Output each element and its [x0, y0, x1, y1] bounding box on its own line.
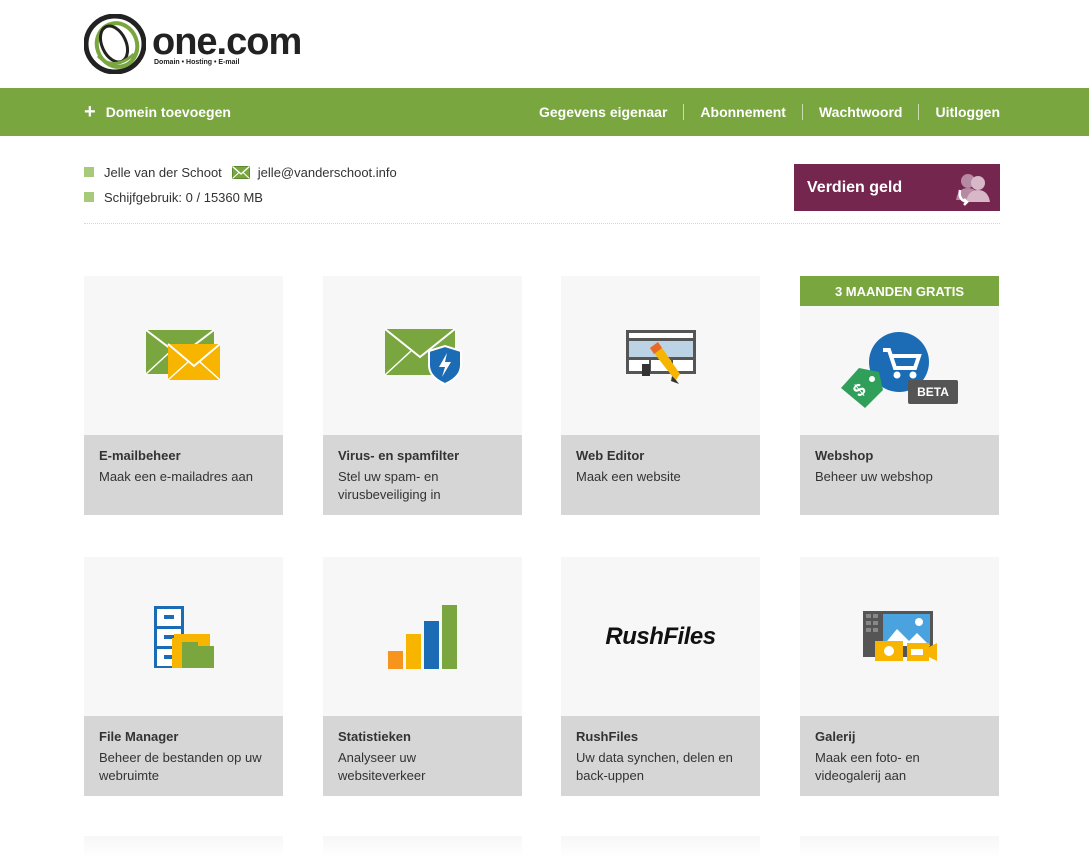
tile-description: Maak een foto- en videogalerij aan: [815, 750, 920, 783]
tile-statistics[interactable]: Statistieken Analyseer uw websiteverkeer: [323, 557, 522, 796]
envelope-shield-icon: [383, 327, 462, 385]
envelopes-icon: [144, 328, 221, 381]
tile-footer: Webshop Beheer uw webshop: [800, 435, 999, 515]
tile-title: Virus- en spamfilter: [338, 448, 460, 463]
tile-title: File Manager: [99, 729, 179, 744]
one-com-logo[interactable]: one.com Domain • Hosting • E-mail: [84, 14, 314, 74]
tile-footer: Web Editor Maak een website: [561, 435, 760, 515]
tile-art: [800, 557, 999, 716]
bullet-icon: [84, 192, 94, 202]
tile-footer: File Manager Beheer de bestanden op uw w…: [84, 716, 283, 796]
tile-footer: Galerij Maak een foto- en videogalerij a…: [800, 716, 999, 796]
account-nav: Gegevens eigenaar Abonnement Wachtwoord …: [523, 88, 1000, 136]
logo-swirl-icon: [84, 14, 146, 74]
earn-money-button[interactable]: Verdien geld: [794, 164, 1000, 211]
tile-gallery[interactable]: Galerij Maak een foto- en videogalerij a…: [800, 557, 999, 796]
bullet-icon: [84, 167, 94, 177]
tile-art: [323, 276, 522, 435]
gallery-icon: [862, 610, 937, 661]
add-domain-button[interactable]: + Domein toevoegen: [84, 88, 231, 136]
tile-footer: E-mailbeheer Maak een e-mailadres aan: [84, 435, 283, 515]
rushfiles-logo: RushFiles: [605, 622, 716, 650]
nav-password[interactable]: Wachtwoord: [801, 104, 918, 120]
tile-description: Stel uw spam- en virusbeveiliging in: [338, 469, 441, 502]
account-email: jelle@vanderschoot.info: [257, 164, 397, 180]
tile-title: Webshop: [815, 448, 874, 463]
tile-description: Maak een e-mailadres aan: [99, 469, 253, 484]
main-navbar: + Domein toevoegen Gegevens eigenaar Abo…: [0, 88, 1089, 136]
tile-title: Galerij: [815, 729, 856, 744]
tile-webshop[interactable]: 3 MAANDEN GRATIS $ BETA Webshop Beheer u…: [800, 276, 999, 515]
tile-description: Beheer de bestanden op uw webruimte: [99, 750, 262, 783]
tile-art: [561, 276, 760, 435]
tile-description: Uw data synchen, delen en back-uppen: [576, 750, 733, 783]
tile-art: [84, 557, 283, 716]
file-cabinet-icon: [153, 605, 214, 668]
tile-title: RushFiles: [576, 729, 639, 744]
bar-chart-icon: [387, 604, 457, 669]
account-name: Jelle van der Schoot: [104, 164, 222, 180]
tile-description: Beheer uw webshop: [815, 469, 933, 484]
nav-logout[interactable]: Uitloggen: [918, 104, 1000, 120]
scroll-fade: [0, 836, 1089, 858]
header: one.com Domain • Hosting • E-mail: [0, 0, 1089, 88]
tile-email-management[interactable]: E-mailbeheer Maak een e-mailadres aan: [84, 276, 283, 515]
tile-title: Statistieken: [338, 729, 411, 744]
tile-art: [323, 557, 522, 716]
add-domain-label: Domein toevoegen: [105, 104, 231, 120]
plus-icon: +: [84, 101, 96, 123]
nav-subscription[interactable]: Abonnement: [683, 104, 802, 120]
tile-art: [84, 276, 283, 435]
tile-footer: Virus- en spamfilter Stel uw spam- en vi…: [323, 435, 522, 515]
tile-file-manager[interactable]: File Manager Beheer de bestanden op uw w…: [84, 557, 283, 796]
account-info: Jelle van der Schoot jelle@vanderschoot.…: [84, 162, 1000, 224]
tile-art: RushFiles: [561, 557, 760, 716]
logo-name: one.com: [152, 21, 302, 63]
logo-text: one.com Domain • Hosting • E-mail: [152, 21, 302, 66]
mail-icon: [231, 165, 250, 179]
tile-description: Analyseer uw websiteverkeer: [338, 750, 426, 783]
web-editor-icon: [625, 329, 696, 384]
beta-badge: BETA: [908, 380, 958, 404]
tile-title: Web Editor: [576, 448, 645, 463]
tile-art: $: [800, 306, 999, 435]
earn-money-label: Verdien geld: [807, 178, 903, 196]
promo-banner: 3 MAANDEN GRATIS: [800, 276, 999, 306]
tile-footer: Statistieken Analyseer uw websiteverkeer: [323, 716, 522, 796]
tile-web-editor[interactable]: Web Editor Maak een website: [561, 276, 760, 515]
tile-title: E-mailbeheer: [99, 448, 181, 463]
tile-rushfiles[interactable]: RushFiles RushFiles Uw data synchen, del…: [561, 557, 760, 796]
tile-virus-spam-filter[interactable]: Virus- en spamfilter Stel uw spam- en vi…: [323, 276, 522, 515]
disk-usage: Schijfgebruik: 0 / 15360 MB: [104, 189, 263, 205]
tile-description: Maak een website: [576, 469, 681, 484]
nav-owner-details[interactable]: Gegevens eigenaar: [523, 104, 683, 120]
tile-footer: RushFiles Uw data synchen, delen en back…: [561, 716, 760, 796]
referral-people-icon: [956, 174, 990, 206]
